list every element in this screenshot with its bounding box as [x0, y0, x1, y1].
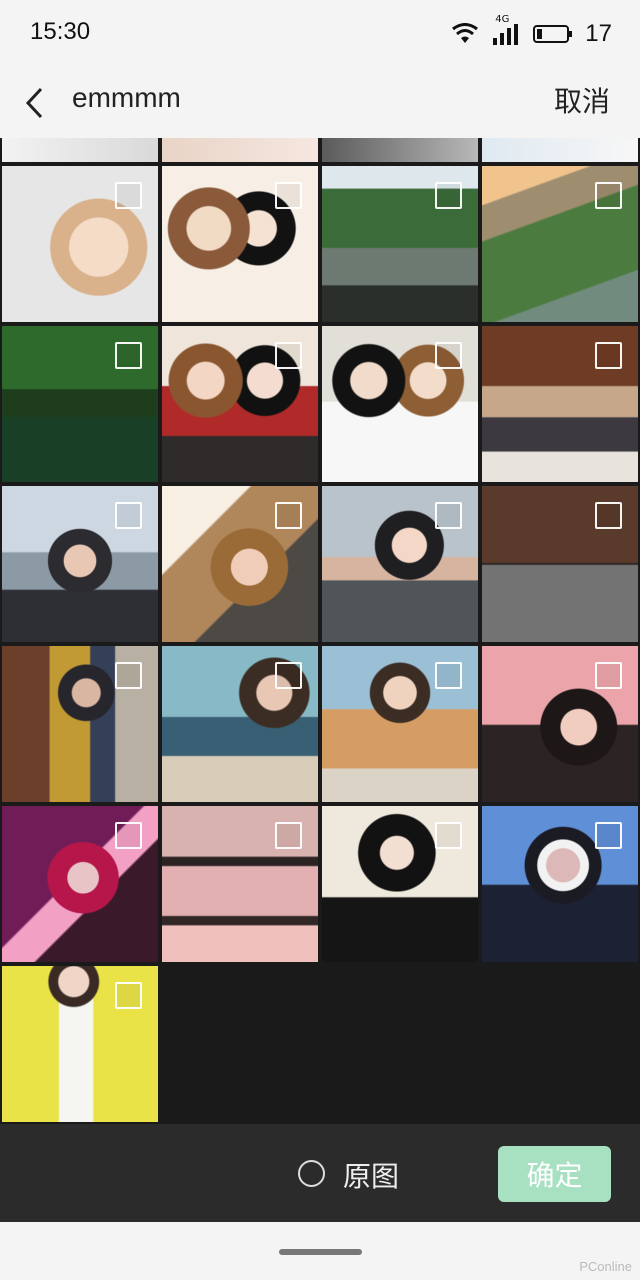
select-checkbox[interactable]: [275, 342, 302, 369]
photo-thumbnail[interactable]: [162, 326, 318, 482]
photo-thumbnail[interactable]: [482, 138, 638, 162]
select-checkbox[interactable]: [595, 662, 622, 689]
cancel-button[interactable]: 取消: [554, 80, 610, 120]
select-checkbox[interactable]: [595, 182, 622, 209]
battery-icon: [533, 25, 573, 43]
wifi-icon: [452, 23, 479, 43]
photo-thumbnail[interactable]: [482, 326, 638, 482]
photo-thumbnail[interactable]: [162, 806, 318, 962]
photo-thumbnail[interactable]: [2, 326, 158, 482]
home-indicator[interactable]: [279, 1249, 362, 1255]
photo-thumbnail[interactable]: [322, 326, 478, 482]
chevron-left-icon: [25, 87, 43, 119]
select-checkbox[interactable]: [435, 182, 462, 209]
photo-thumbnail[interactable]: [162, 486, 318, 642]
photo-thumbnail[interactable]: [482, 166, 638, 322]
photo-thumbnail[interactable]: [2, 806, 158, 962]
select-checkbox[interactable]: [115, 662, 142, 689]
home-area: PConline: [0, 1222, 640, 1280]
photo-thumbnail[interactable]: [2, 166, 158, 322]
select-checkbox[interactable]: [115, 502, 142, 529]
photo-thumbnail[interactable]: [162, 138, 318, 162]
status-indicators: 4G 17: [451, 14, 612, 50]
photo-thumbnail[interactable]: [162, 166, 318, 322]
photo-thumbnail[interactable]: [162, 646, 318, 802]
back-button[interactable]: [14, 76, 54, 130]
nav-bar: emmmm 取消: [0, 68, 640, 138]
photo-thumbnail[interactable]: [482, 806, 638, 962]
confirm-button[interactable]: 确定: [498, 1146, 611, 1202]
watermark: PConline: [579, 1259, 632, 1274]
photo-grid: [0, 138, 640, 1124]
select-checkbox[interactable]: [435, 662, 462, 689]
select-checkbox[interactable]: [115, 822, 142, 849]
photo-thumbnail[interactable]: [322, 646, 478, 802]
photo-thumbnail[interactable]: [2, 486, 158, 642]
photo-thumbnail[interactable]: [2, 966, 158, 1122]
album-title: emmmm: [72, 82, 181, 113]
select-checkbox[interactable]: [595, 342, 622, 369]
select-checkbox[interactable]: [435, 822, 462, 849]
original-image-radio[interactable]: [298, 1160, 325, 1187]
select-checkbox[interactable]: [115, 342, 142, 369]
select-checkbox[interactable]: [115, 982, 142, 1009]
status-time: 15:30: [30, 18, 91, 45]
photo-thumbnail[interactable]: [2, 138, 158, 162]
select-checkbox[interactable]: [275, 822, 302, 849]
battery-level: 17: [585, 20, 612, 47]
select-checkbox[interactable]: [275, 502, 302, 529]
photo-thumbnail[interactable]: [482, 486, 638, 642]
select-checkbox[interactable]: [435, 342, 462, 369]
select-checkbox[interactable]: [275, 182, 302, 209]
status-bar: 15:30 4G 17: [0, 0, 640, 68]
photo-thumbnail[interactable]: [322, 486, 478, 642]
select-checkbox[interactable]: [275, 662, 302, 689]
photo-thumbnail[interactable]: [322, 138, 478, 162]
photo-thumbnail[interactable]: [482, 646, 638, 802]
photo-thumbnail[interactable]: [322, 806, 478, 962]
select-checkbox[interactable]: [595, 822, 622, 849]
photo-thumbnail[interactable]: [322, 166, 478, 322]
select-checkbox[interactable]: [435, 502, 462, 529]
select-checkbox[interactable]: [595, 502, 622, 529]
photo-thumbnail[interactable]: [2, 646, 158, 802]
bottom-action-bar: 原图 确定: [0, 1124, 640, 1222]
original-image-label[interactable]: 原图: [343, 1155, 399, 1195]
select-checkbox[interactable]: [115, 182, 142, 209]
cellular-signal-icon: 4G: [491, 14, 521, 46]
